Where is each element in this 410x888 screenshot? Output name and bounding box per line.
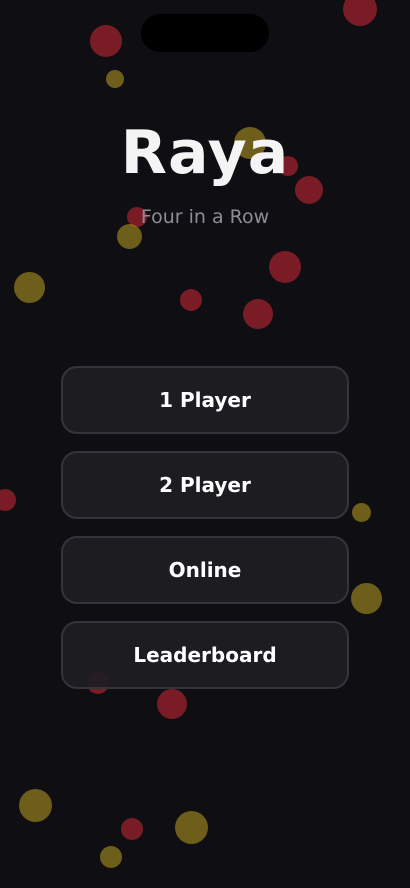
red-disc-particle xyxy=(269,251,301,283)
red-disc-particle xyxy=(180,289,202,311)
online-button[interactable]: Online xyxy=(61,536,349,604)
yellow-disc-particle xyxy=(106,70,124,88)
red-disc-particle xyxy=(90,25,122,57)
red-disc-particle xyxy=(343,0,377,26)
red-disc-particle xyxy=(0,489,16,511)
yellow-disc-particle xyxy=(175,811,208,844)
main-menu-screen: Raya Four in a Row 1 Player 2 Player Onl… xyxy=(0,0,410,888)
red-disc-particle xyxy=(243,299,273,329)
dynamic-island xyxy=(141,14,269,52)
yellow-disc-particle xyxy=(14,272,45,303)
main-menu: 1 Player 2 Player Online Leaderboard xyxy=(61,366,349,706)
app-subtitle: Four in a Row xyxy=(140,206,270,228)
yellow-disc-particle xyxy=(100,846,122,868)
two-player-button[interactable]: 2 Player xyxy=(61,451,349,519)
yellow-disc-particle xyxy=(351,583,382,614)
red-disc-particle xyxy=(121,818,143,840)
one-player-button[interactable]: 1 Player xyxy=(61,366,349,434)
yellow-disc-particle xyxy=(19,789,52,822)
leaderboard-button[interactable]: Leaderboard xyxy=(61,621,349,689)
yellow-disc-particle xyxy=(352,503,371,522)
app-title: Raya xyxy=(120,118,290,188)
